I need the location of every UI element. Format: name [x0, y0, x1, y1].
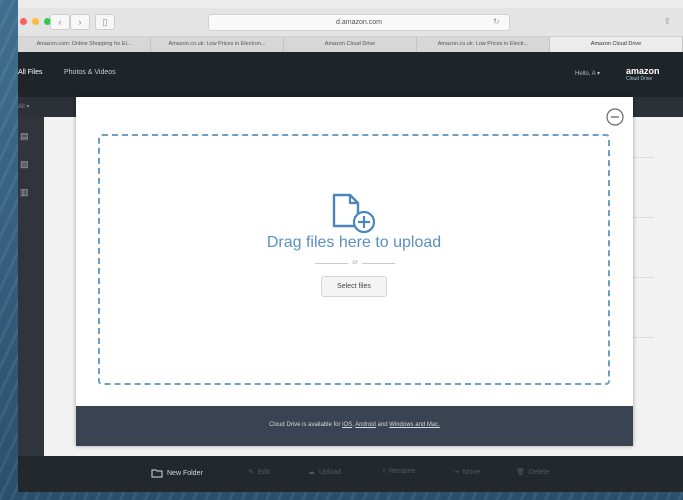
browser-toolbar: ‹ › ▯ d.amazon.com ↻ ⇪ [18, 8, 683, 37]
folder-icon [151, 469, 163, 478]
edit-button[interactable]: ✎ Edit [248, 468, 270, 477]
delete-label: Delete [528, 468, 550, 476]
rename-button[interactable]: I Rename [383, 468, 415, 475]
minimize-window-button[interactable] [32, 18, 39, 25]
tab-amazon-com[interactable]: Amazon.com: Online Shopping for El... [18, 37, 151, 52]
ios-link[interactable]: iOS [342, 422, 352, 428]
move-button[interactable]: ⇢ Move [453, 468, 480, 477]
new-folder-label: New Folder [167, 469, 203, 477]
new-folder-button[interactable]: New Folder [151, 468, 203, 478]
greeting-text: Hello, A [575, 71, 596, 77]
modal-footer: Cloud Drive is available for iOS, Androi… [76, 406, 633, 446]
or-divider: or [315, 257, 395, 269]
drag-instructions: Drag files here to upload [266, 234, 442, 251]
move-label: Move [462, 468, 480, 476]
back-button[interactable]: ‹ [50, 14, 70, 30]
divider-line [361, 262, 395, 264]
account-menu[interactable]: Hello, A ▾ [575, 70, 600, 77]
window-controls [20, 18, 51, 25]
photos-icon[interactable]: ▨ [20, 159, 30, 169]
nav-all-files[interactable]: All Files [18, 69, 43, 76]
rename-label: Rename [388, 468, 416, 475]
filter-label: All [18, 104, 25, 110]
action-bar: New Folder ✎ Edit ☁ Upload I Rename ⇢ Mo… [18, 456, 683, 492]
forward-button[interactable]: › [70, 14, 90, 30]
upload-action-button[interactable]: ☁ Upload [308, 468, 342, 477]
close-window-button[interactable] [20, 18, 27, 25]
cloud-upload-icon: ☁ [308, 469, 315, 476]
delete-button[interactable]: 🗑 Delete [516, 468, 550, 477]
address-bar[interactable]: d.amazon.com [208, 14, 510, 31]
app-header: All Files Photos & Videos Hello, A ▾ ama… [18, 52, 683, 97]
android-link[interactable]: Android [355, 422, 376, 428]
and-text: and [377, 422, 388, 428]
amazon-drive-logo[interactable]: amazon Cloud Drive [626, 66, 660, 82]
edit-label: Edit [257, 468, 270, 476]
availability-note: Cloud Drive is available for iOS, Androi… [269, 422, 440, 428]
tab-amazon-uk[interactable]: Amazon.co.uk: Low Prices in Electron... [151, 37, 284, 52]
upload-modal: Drag files here to upload or Select file… [76, 97, 633, 446]
add-file-icon [332, 193, 376, 234]
sidebar-toggle-icon[interactable]: ▯ [95, 14, 115, 30]
address-text: d.amazon.com [336, 19, 382, 26]
move-icon: ⇢ [453, 469, 459, 476]
tab-cloud-drive[interactable]: Amazon Cloud Drive [284, 37, 417, 52]
trash-icon[interactable]: ▥ [20, 187, 30, 197]
share-icon[interactable]: ⇪ [663, 16, 671, 27]
availability-prefix: Cloud Drive is available for [269, 422, 341, 428]
trash-can-icon: 🗑 [516, 469, 525, 476]
filter-dropdown[interactable]: All ▾ [18, 103, 29, 110]
logo-text: amazon [626, 66, 660, 76]
tab-bar: Amazon.com: Online Shopping for El... Am… [18, 37, 683, 52]
logo-subtext: Cloud Drive [626, 76, 653, 82]
select-files-button[interactable]: Select files [321, 276, 387, 297]
or-text: or [352, 260, 358, 266]
upload-label: Upload [319, 468, 342, 476]
left-rail: ▤ ▨ ▥ [18, 117, 44, 457]
files-icon[interactable]: ▤ [20, 131, 30, 141]
tab-cloud-drive-active[interactable]: Amazon Cloud Drive [550, 37, 683, 52]
divider-line [315, 262, 349, 264]
nav-photos-videos[interactable]: Photos & Videos [64, 69, 116, 76]
drop-zone[interactable]: Drag files here to upload or Select file… [98, 134, 610, 385]
reload-icon[interactable]: ↻ [493, 17, 500, 26]
tab-amazon-uk-2[interactable]: Amazon.co.uk: Low Prices in Electr... [417, 37, 550, 52]
pencil-icon: ✎ [248, 469, 254, 476]
text-cursor-icon: I [383, 468, 385, 475]
windows-mac-link[interactable]: Windows and Mac. [389, 422, 440, 428]
close-icon[interactable] [606, 108, 624, 126]
